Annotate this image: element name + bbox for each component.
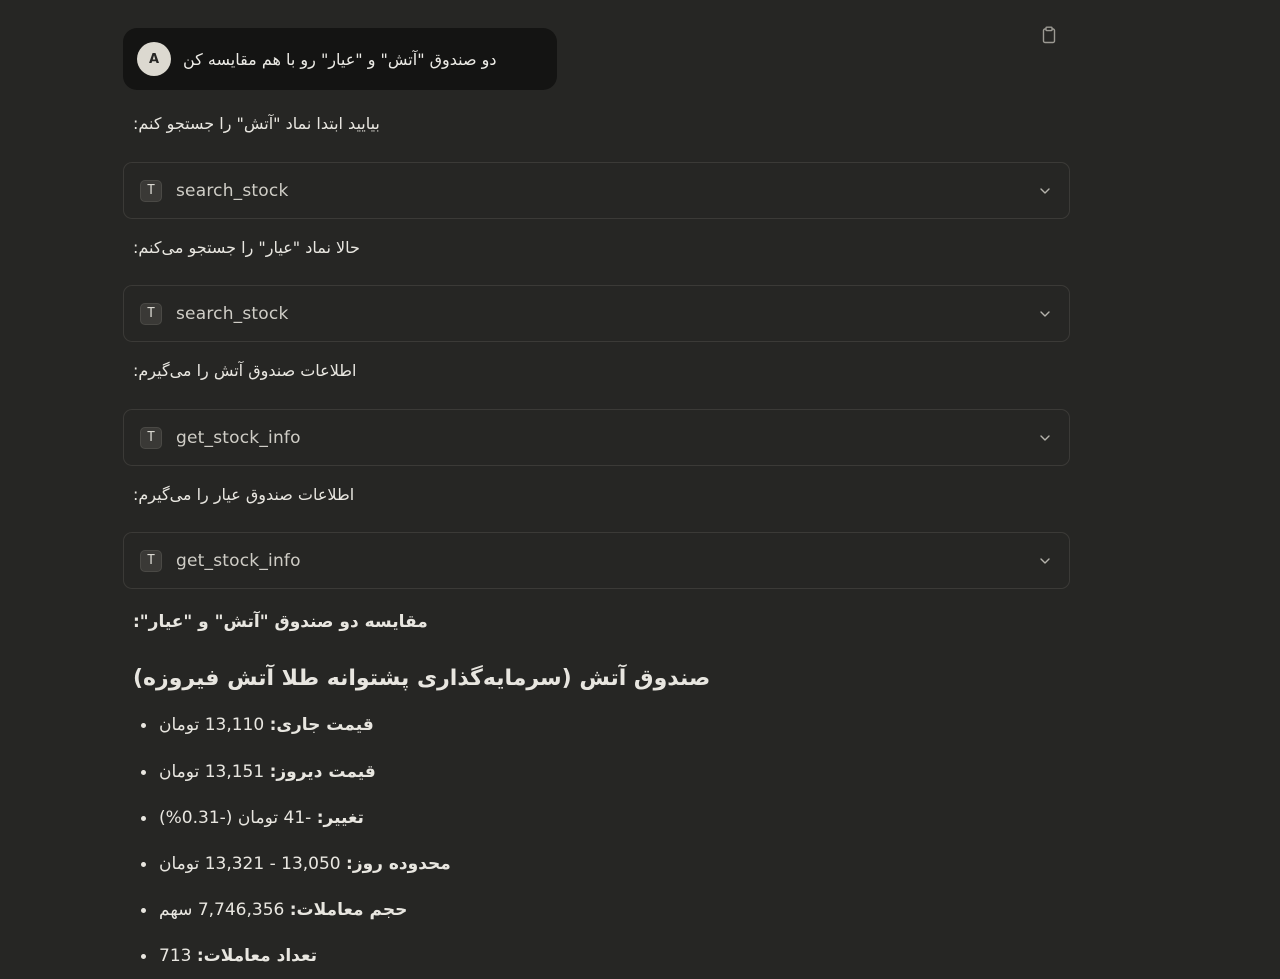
- item-value: 13,151 تومان: [159, 762, 265, 782]
- item-label: تغییر:: [316, 808, 364, 828]
- bullet-dot: [141, 953, 146, 959]
- user-message-text: دو صندوق "آتش" و "عیار" رو با هم مقایسه …: [183, 49, 497, 69]
- chat-page: A دو صندوق "آتش" و "عیار" رو با هم مقایس…: [0, 0, 1280, 979]
- bullet-dot: [141, 861, 146, 867]
- item-label: حجم معاملات:: [289, 900, 408, 920]
- assistant-step-text: اطلاعات صندوق آتش را می‌گیرم:: [133, 361, 357, 380]
- item-value: 7,746,356 سهم: [159, 900, 285, 920]
- tool-name: search_stock: [176, 303, 289, 324]
- tool-name: get_stock_info: [176, 427, 301, 448]
- assistant-step-text: اطلاعات صندوق عیار را می‌گیرم:: [133, 485, 355, 504]
- fund-heading: صندوق آتش (سرمایه‌گذاری پشتوانه طلا آتش …: [133, 666, 711, 691]
- comparison-title: مقایسه دو صندوق "آتش" و "عیار":: [133, 612, 428, 632]
- tool-type-icon: T: [140, 302, 162, 325]
- tool-call-get-stock-info[interactable]: T get_stock_info: [123, 532, 1070, 589]
- assistant-step-text: بیایید ابتدا نماد "آتش" را جستجو کنم:: [133, 114, 380, 133]
- bullet-dot: [141, 769, 146, 775]
- item-value: 13,110 تومان: [159, 715, 265, 735]
- chevron-down-icon[interactable]: [1039, 555, 1051, 567]
- tool-type-icon: T: [140, 549, 162, 572]
- tool-call-get-stock-info[interactable]: T get_stock_info: [123, 409, 1070, 466]
- chevron-down-icon[interactable]: [1039, 185, 1051, 197]
- item-value: 13,050 - 13,321 تومان: [159, 854, 341, 874]
- tool-call-search-stock[interactable]: T search_stock: [123, 162, 1070, 219]
- tool-name: get_stock_info: [176, 550, 301, 571]
- item-label: تعداد معاملات:: [196, 946, 317, 966]
- item-label: قیمت جاری:: [269, 715, 374, 735]
- item-value: -41 تومان (-0.31%): [159, 808, 312, 828]
- user-message: A دو صندوق "آتش" و "عیار" رو با هم مقایس…: [123, 28, 557, 90]
- chevron-down-icon[interactable]: [1039, 432, 1051, 444]
- assistant-step-text: حالا نماد "عیار" را جستجو می‌کنم:: [133, 238, 360, 257]
- chevron-down-icon[interactable]: [1039, 308, 1051, 320]
- list-item: تغییر: -41 تومان (-0.31%): [141, 808, 364, 828]
- tool-name: search_stock: [176, 180, 289, 201]
- bullet-dot: [141, 907, 146, 913]
- avatar: A: [137, 42, 171, 76]
- tool-call-search-stock[interactable]: T search_stock: [123, 285, 1070, 342]
- tool-type-icon: T: [140, 426, 162, 449]
- item-label: محدوده روز:: [346, 854, 451, 874]
- bullet-dot: [141, 815, 146, 821]
- item-label: قیمت دیروز:: [269, 762, 376, 782]
- tool-type-icon: T: [140, 179, 162, 202]
- list-item: حجم معاملات: 7,746,356 سهم: [141, 900, 407, 920]
- list-item: محدوده روز: 13,050 - 13,321 تومان: [141, 854, 451, 874]
- list-item: تعداد معاملات: 713: [141, 946, 317, 966]
- bullet-dot: [141, 722, 146, 728]
- list-item: قیمت دیروز: 13,151 تومان: [141, 762, 376, 782]
- item-value: 713: [159, 946, 192, 966]
- clipboard-icon[interactable]: [1040, 26, 1058, 44]
- list-item: قیمت جاری: 13,110 تومان: [141, 715, 374, 735]
